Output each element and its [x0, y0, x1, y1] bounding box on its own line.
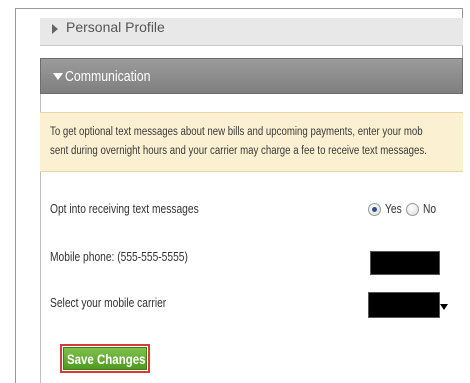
mobile-phone-input[interactable]	[370, 251, 440, 275]
text-message-notice: To get optional text messages about new …	[40, 112, 463, 172]
mobile-phone-label: Mobile phone: (555-555-5555)	[50, 250, 188, 264]
section-communication-header[interactable]: Communication	[40, 58, 463, 94]
section-communication-label: Communication	[65, 68, 151, 85]
opt-in-label: Opt into receiving text messages	[50, 202, 199, 216]
opt-in-yes-radio[interactable]	[368, 203, 381, 216]
opt-in-no-label[interactable]: No	[423, 202, 436, 216]
section-personal-profile-label: Personal Profile	[66, 19, 165, 35]
opt-in-no-radio[interactable]	[406, 203, 419, 216]
save-changes-label: Save Changes	[67, 350, 146, 367]
chevron-right-icon	[52, 24, 58, 34]
save-changes-highlight: Save Changes	[60, 344, 150, 373]
save-changes-button[interactable]: Save Changes	[63, 347, 147, 370]
dropdown-arrow-icon[interactable]	[440, 304, 448, 310]
carrier-label: Select your mobile carrier	[50, 296, 167, 310]
notice-line-2: sent during overnight hours and your car…	[50, 145, 427, 157]
section-personal-profile[interactable]: Personal Profile	[40, 18, 463, 46]
notice-line-1: To get optional text messages about new …	[50, 126, 423, 138]
carrier-select[interactable]	[368, 292, 448, 318]
chevron-down-icon	[53, 73, 63, 80]
opt-in-yes-label[interactable]: Yes	[385, 202, 402, 216]
